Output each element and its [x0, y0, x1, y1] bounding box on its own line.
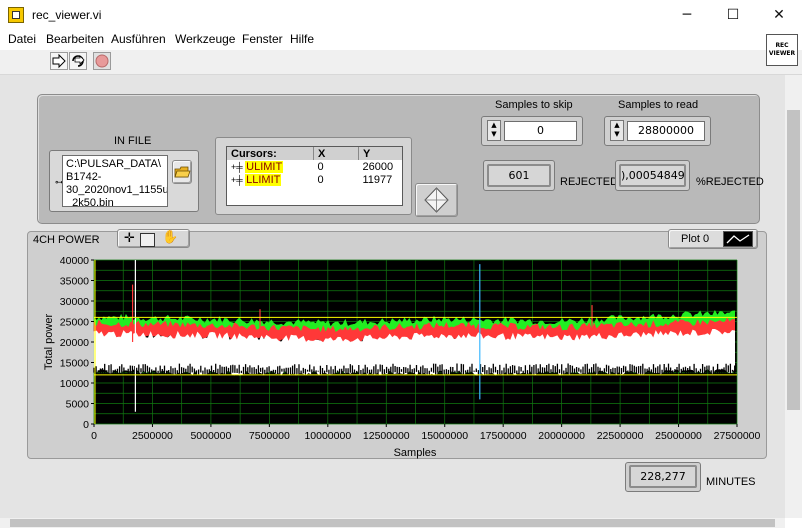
menu-datei[interactable]: Datei — [8, 32, 36, 46]
zoom-icon[interactable] — [140, 233, 155, 247]
y-tick-label: 15000 — [60, 358, 89, 370]
cursor-y: 11977 — [362, 173, 393, 186]
plot-legend-label: Plot 0 — [681, 233, 710, 245]
rejected-indicator: 601 — [487, 164, 551, 187]
samples-to-skip-label: Samples to skip — [495, 99, 573, 111]
pct-rejected-label: %REJECTED — [696, 176, 764, 188]
cursor-diamond-icon — [424, 187, 449, 213]
in-file-label: IN FILE — [114, 135, 152, 147]
close-button[interactable]: ✕ — [756, 0, 802, 30]
y-tick-label: 25000 — [60, 317, 89, 329]
x-tick-label: 10000000 — [304, 430, 351, 442]
samples-to-read-label: Samples to read — [618, 99, 699, 111]
cursor-y: 26000 — [362, 160, 394, 173]
cursor-movement-control[interactable] — [415, 183, 458, 217]
menu-bearbeiten[interactable]: Bearbeiten — [46, 32, 104, 46]
window-title: rec_viewer.vi — [32, 8, 102, 22]
cursor-header-x: X — [313, 147, 359, 160]
x-tick-label: 25000000 — [655, 430, 702, 442]
title-bar: rec_viewer.vi ─ ☐ ✕ — [0, 0, 802, 30]
y-tick-label: 40000 — [60, 255, 89, 267]
in-file-path-field[interactable]: C:\PULSAR_DATA\ B1742- 30_2020nov1_1155u… — [62, 155, 168, 207]
cursor-row-ulimit[interactable]: +╪ ULIMIT 0 26000 — [227, 160, 402, 173]
power-graph[interactable]: 0 5000 10000 15000 20000 25000 30000 35000 40000… — [30, 250, 770, 460]
cursor-header-name: Cursors: — [227, 147, 314, 160]
minimize-button[interactable]: ─ — [664, 0, 710, 30]
vi-icon-line2: VIEWER — [768, 50, 796, 57]
samples-to-read-input[interactable]: 28800000 — [627, 121, 705, 141]
samples-to-skip-spinner[interactable]: ▲ ▼ — [487, 120, 501, 141]
y-tick-label: 35000 — [60, 276, 89, 288]
pct-rejected-indicator: ),000548494 — [619, 164, 686, 187]
menu-fenster[interactable]: Fenster — [242, 32, 283, 46]
cursor-x: 0 — [317, 173, 324, 186]
cursor-header-y: Y — [363, 147, 371, 160]
plot-legend[interactable]: Plot 0 — [668, 229, 758, 249]
y-tick-label: 0 — [83, 419, 89, 431]
x-tick-label: 2500000 — [132, 430, 173, 442]
toolbar — [0, 50, 802, 75]
cursor-name: ULIMIT — [245, 160, 284, 173]
x-tick-label: 0 — [91, 430, 97, 442]
browse-folder-button[interactable] — [172, 160, 192, 184]
cursor-style-icon: +╪ — [231, 174, 246, 185]
vertical-scroll-thumb[interactable] — [787, 110, 800, 410]
menu-bar: Datei Bearbeiten Ausführen Werkzeuge Fen… — [0, 30, 802, 50]
x-tick-label: 17500000 — [480, 430, 527, 442]
vi-connector-icon: REC VIEWER — [766, 34, 798, 66]
rejected-label: REJECTED — [560, 176, 619, 188]
vi-icon-line1: REC — [775, 42, 789, 49]
abort-stop-icon[interactable] — [93, 52, 111, 70]
cursor-style-icon: +╪ — [231, 161, 246, 172]
plot-line-style-icon[interactable] — [723, 231, 753, 247]
graph-title: 4CH POWER — [33, 234, 100, 246]
horizontal-scroll-thumb[interactable] — [10, 519, 775, 527]
x-tick-label: 15000000 — [421, 430, 468, 442]
samples-to-skip-input[interactable]: 0 — [504, 121, 577, 141]
pan-hand-icon[interactable]: ✋ — [162, 230, 178, 245]
x-tick-label: 22500000 — [597, 430, 644, 442]
cursor-x: 0 — [317, 160, 324, 173]
minutes-label: MINUTES — [706, 476, 756, 488]
maximize-button[interactable]: ☐ — [710, 0, 756, 30]
menu-ausfuehren[interactable]: Ausführen — [111, 32, 166, 46]
cursor-legend[interactable]: Cursors: X Y +╪ ULIMIT 0 26000 +╪ LLIMIT… — [226, 146, 403, 206]
y-tick-label: 30000 — [60, 296, 89, 308]
x-tick-label: 7500000 — [249, 430, 290, 442]
cursor-row-llimit[interactable]: +╪ LLIMIT 0 11977 — [227, 173, 402, 186]
minutes-indicator: 228,277 — [629, 465, 697, 488]
graph-palette: ✛ ✋ — [117, 229, 190, 248]
y-tick-label: 5000 — [66, 399, 90, 411]
folder-icon — [174, 166, 191, 178]
y-axis-label: Total power — [43, 314, 55, 371]
x-tick-label: 20000000 — [538, 430, 585, 442]
labview-vi-icon — [8, 7, 24, 23]
run-arrow-icon[interactable] — [50, 52, 68, 70]
x-tick-label: 5000000 — [190, 430, 231, 442]
crosshair-icon[interactable]: ✛ — [124, 231, 135, 246]
x-axis-label: Samples — [394, 447, 437, 459]
y-tick-label: 20000 — [60, 337, 89, 349]
menu-werkzeuge[interactable]: Werkzeuge — [175, 32, 235, 46]
menu-hilfe[interactable]: Hilfe — [290, 32, 314, 46]
x-tick-label: 27500000 — [714, 430, 761, 442]
y-tick-label: 10000 — [60, 378, 89, 390]
samples-to-read-spinner[interactable]: ▲ ▼ — [610, 120, 624, 141]
x-tick-label: 12500000 — [363, 430, 410, 442]
run-continuously-icon[interactable] — [69, 52, 87, 70]
cursor-name: LLIMIT — [245, 173, 282, 186]
